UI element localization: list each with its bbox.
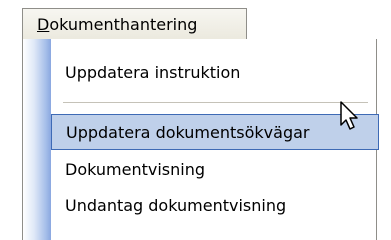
menu-item-label: Uppdatera dokumentsökvägar [66, 123, 310, 142]
menu-title-rest: okumenthantering [49, 15, 198, 34]
menu-gutter [23, 39, 51, 240]
menu-item-label: Undantag dokumentvisning [65, 196, 287, 215]
menu-dokumenthantering[interactable]: Dokumenthantering [22, 8, 247, 40]
menu-title-label: Dokumenthantering [37, 15, 197, 34]
dropdown-menu: Uppdatera instruktion Uppdatera dokument… [22, 39, 379, 240]
menu-item-undantag-dokumentvisning[interactable]: Undantag dokumentvisning [51, 188, 377, 224]
menu-item-dokumentvisning[interactable]: Dokumentvisning [51, 152, 377, 188]
menu-item-label: Dokumentvisning [65, 160, 205, 179]
menu-item-uppdatera-dokumentsokvagar[interactable]: Uppdatera dokumentsökvägar [51, 114, 379, 150]
menubar: Dokumenthantering [0, 0, 391, 40]
mouse-cursor-icon [335, 98, 365, 134]
menu-title-mnemonic: D [37, 15, 50, 34]
menu-separator [63, 102, 368, 103]
menu-item-uppdatera-instruktion[interactable]: Uppdatera instruktion [51, 55, 377, 91]
menu-item-label: Uppdatera instruktion [65, 63, 241, 82]
